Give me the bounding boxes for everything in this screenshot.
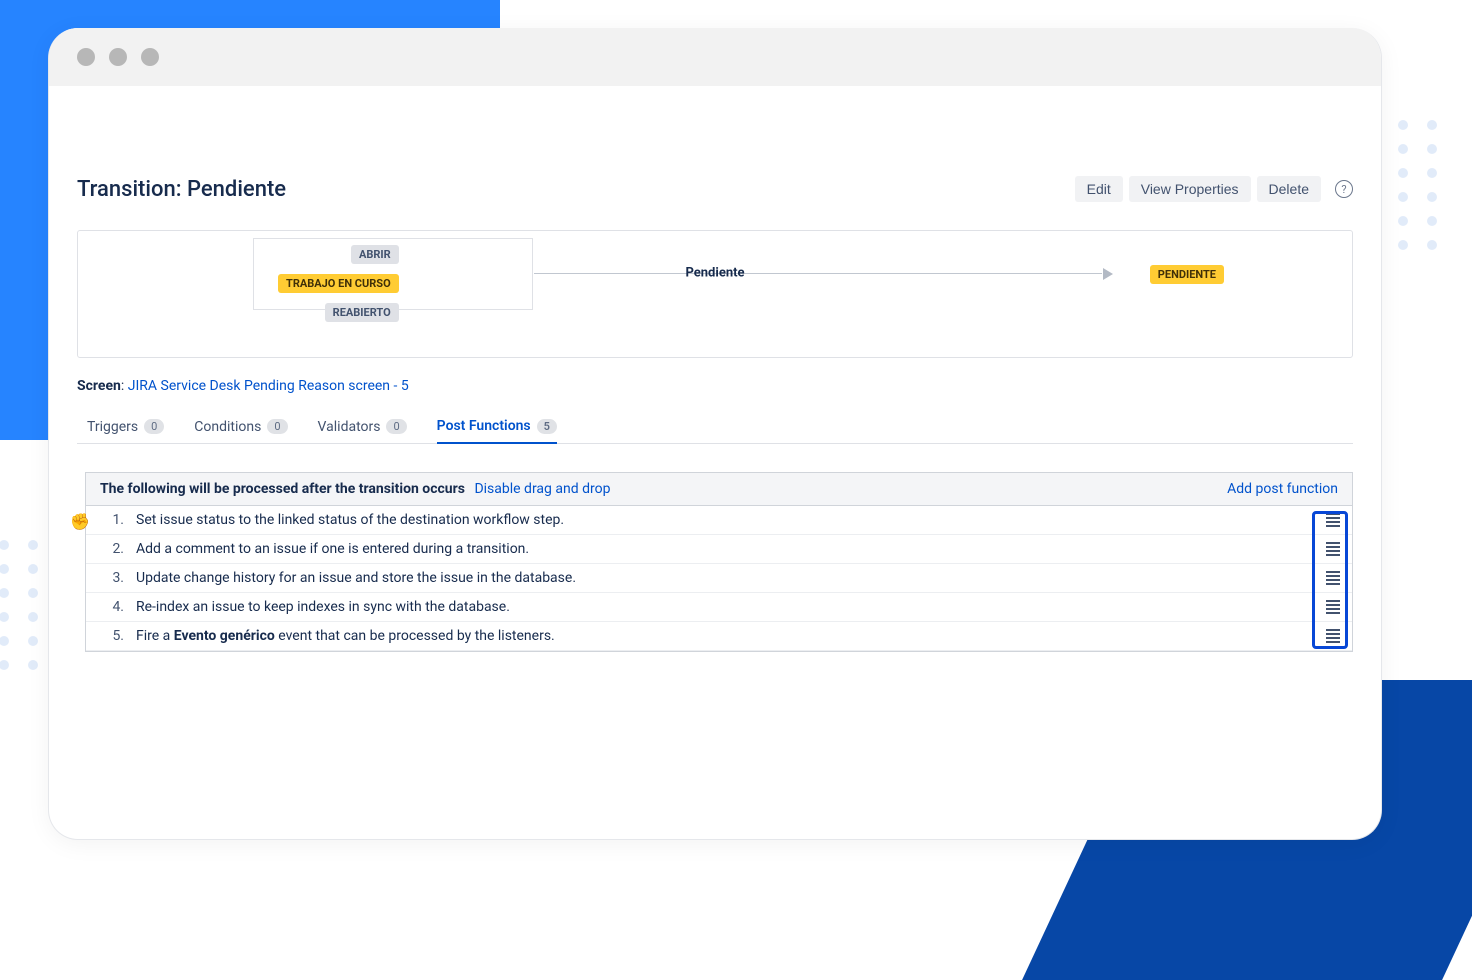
post-function-row[interactable]: 4. Re-index an issue to keep indexes in … bbox=[86, 593, 1352, 622]
post-functions-panel: The following will be processed after th… bbox=[85, 472, 1353, 652]
drag-cursor-icon: ✊ bbox=[70, 512, 90, 531]
tab-count-badge: 0 bbox=[386, 419, 406, 434]
tab-label: Validators bbox=[318, 419, 381, 435]
page-content: Transition: Pendiente Edit View Properti… bbox=[49, 86, 1381, 692]
tab-validators[interactable]: Validators 0 bbox=[318, 418, 407, 443]
tab-conditions[interactable]: Conditions 0 bbox=[194, 418, 287, 443]
tab-count-badge: 0 bbox=[267, 419, 287, 434]
panel-heading: The following will be processed after th… bbox=[100, 481, 465, 497]
post-function-row[interactable]: ✊ 1. Set issue status to the linked stat… bbox=[86, 506, 1352, 535]
screen-line: Screen: JIRA Service Desk Pending Reason… bbox=[77, 378, 1353, 394]
arrow-head-icon bbox=[1103, 268, 1113, 280]
row-number: 5. bbox=[110, 628, 124, 644]
window-dot bbox=[77, 48, 95, 66]
browser-frame: Transition: Pendiente Edit View Properti… bbox=[48, 28, 1382, 840]
row-number: 4. bbox=[110, 599, 124, 615]
panel-header: The following will be processed after th… bbox=[86, 473, 1352, 506]
row-text: Add a comment to an issue if one is ente… bbox=[136, 541, 529, 557]
row-menu-icon[interactable] bbox=[1326, 571, 1340, 585]
window-dot bbox=[141, 48, 159, 66]
row-number: 3. bbox=[110, 570, 124, 586]
disable-drag-link[interactable]: Disable drag and drop bbox=[474, 481, 610, 497]
post-function-row[interactable]: 5. Fire a Evento genérico event that can… bbox=[86, 622, 1352, 651]
row-number: 1. bbox=[110, 512, 124, 528]
tab-post-functions[interactable]: Post Functions 5 bbox=[437, 418, 557, 444]
tab-label: Triggers bbox=[87, 419, 138, 435]
screen-label: Screen bbox=[77, 378, 121, 394]
post-function-row[interactable]: 2. Add a comment to an issue if one is e… bbox=[86, 535, 1352, 564]
screen-link[interactable]: JIRA Service Desk Pending Reason screen … bbox=[128, 378, 409, 394]
window-dot bbox=[109, 48, 127, 66]
transition-name: Pendiente bbox=[685, 266, 744, 281]
transition-arrow bbox=[534, 273, 1102, 274]
view-properties-button[interactable]: View Properties bbox=[1129, 176, 1251, 202]
source-status: REABIERTO bbox=[325, 303, 399, 322]
row-text: Re-index an issue to keep indexes in syn… bbox=[136, 599, 510, 615]
delete-button[interactable]: Delete bbox=[1257, 176, 1321, 202]
row-menu-icon[interactable] bbox=[1326, 629, 1340, 643]
add-post-function-link[interactable]: Add post function bbox=[1227, 481, 1338, 497]
row-menu-icon[interactable] bbox=[1326, 542, 1340, 556]
help-icon[interactable]: ? bbox=[1335, 180, 1353, 198]
browser-titlebar bbox=[49, 28, 1381, 86]
row-text: Update change history for an issue and s… bbox=[136, 570, 576, 586]
tab-label: Conditions bbox=[194, 419, 261, 435]
tab-label: Post Functions bbox=[437, 418, 531, 434]
row-text: Set issue status to the linked status of… bbox=[136, 512, 564, 528]
page-title: Transition: Pendiente bbox=[77, 177, 286, 202]
source-status: ABRIR bbox=[351, 245, 399, 264]
tab-count-badge: 5 bbox=[537, 419, 557, 434]
row-text: Fire a Evento genérico event that can be… bbox=[136, 628, 555, 644]
destination-status: PENDIENTE bbox=[1150, 265, 1224, 284]
workflow-diagram: ABRIR TRABAJO EN CURSO REABIERTO Pendien… bbox=[77, 230, 1353, 358]
tabs: Triggers 0 Conditions 0 Validators 0 Pos… bbox=[77, 418, 1353, 444]
tab-count-badge: 0 bbox=[144, 419, 164, 434]
source-status: TRABAJO EN CURSO bbox=[278, 274, 399, 293]
tab-triggers[interactable]: Triggers 0 bbox=[87, 418, 164, 443]
header-actions: Edit View Properties Delete ? bbox=[1075, 176, 1353, 202]
post-function-row[interactable]: 3. Update change history for an issue an… bbox=[86, 564, 1352, 593]
row-menu-icon[interactable] bbox=[1326, 513, 1340, 527]
row-number: 2. bbox=[110, 541, 124, 557]
row-menu-icon[interactable] bbox=[1326, 600, 1340, 614]
edit-button[interactable]: Edit bbox=[1075, 176, 1123, 202]
